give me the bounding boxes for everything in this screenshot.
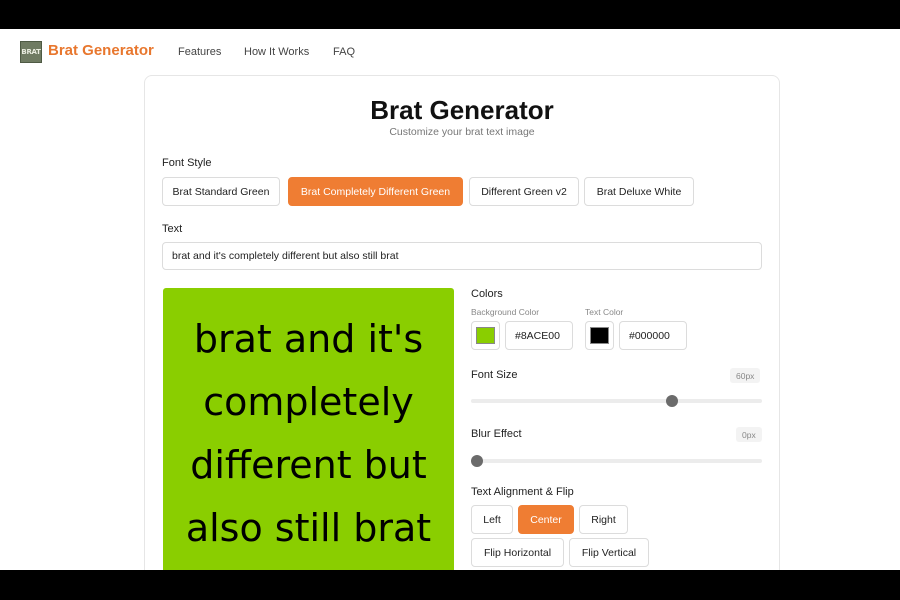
font-size-slider[interactable]	[471, 395, 762, 407]
page-viewport: BRAT Brat Generator Features How It Work…	[0, 29, 900, 570]
top-nav: BRAT Brat Generator Features How It Work…	[0, 29, 900, 75]
background-color-hex-input[interactable]: #8ACE00	[505, 321, 573, 350]
align-center-button[interactable]: Center	[518, 505, 574, 534]
nav-link-features[interactable]: Features	[178, 46, 221, 58]
brand-name[interactable]: Brat Generator	[48, 42, 154, 59]
text-label: Text	[162, 223, 183, 235]
background-color-swatch[interactable]	[471, 321, 500, 350]
logo-text: BRAT	[21, 48, 41, 56]
alignment-label: Text Alignment & Flip	[471, 486, 574, 498]
flip-vertical-button[interactable]: Flip Vertical	[569, 538, 649, 567]
blur-slider-thumb[interactable]	[471, 455, 483, 467]
page-title: Brat Generator	[370, 95, 554, 125]
align-right-button[interactable]: Right	[579, 505, 628, 534]
font-style-brat-deluxe-white-button[interactable]: Brat Deluxe White	[584, 177, 694, 206]
text-color-chip	[590, 327, 609, 344]
text-input[interactable]: brat and it's completely different but a…	[162, 242, 762, 270]
blur-slider[interactable]	[471, 455, 762, 467]
flip-horizontal-button[interactable]: Flip Horizontal	[471, 538, 564, 567]
generator-card: Brat Generator Customize your brat text …	[144, 75, 780, 570]
font-style-brat-completely-different-green-button[interactable]: Brat Completely Different Green	[288, 177, 463, 206]
font-style-brat-standard-green-button[interactable]: Brat Standard Green	[162, 177, 280, 206]
logo[interactable]: BRAT	[20, 41, 42, 63]
page-subtitle: Customize your brat text image	[389, 126, 535, 138]
font-size-value-badge: 60px	[730, 368, 761, 383]
text-color-hex-input[interactable]: #000000	[619, 321, 687, 350]
background-color-chip	[476, 327, 495, 344]
align-left-button[interactable]: Left	[471, 505, 513, 534]
text-color-label: Text Color	[585, 307, 624, 317]
nav-link-how-it-works[interactable]: How It Works	[244, 46, 309, 58]
preview-canvas: brat and it's completely different but a…	[163, 288, 454, 570]
colors-label: Colors	[471, 288, 503, 300]
preview-text: brat and it's completely different but a…	[185, 317, 432, 550]
nav-link-faq[interactable]: FAQ	[333, 46, 355, 58]
font-size-slider-thumb[interactable]	[666, 395, 679, 407]
font-size-label: Font Size	[471, 369, 518, 381]
text-color-swatch[interactable]	[585, 321, 614, 350]
blur-effect-label: Blur Effect	[471, 428, 522, 440]
font-style-label: Font Style	[162, 157, 212, 169]
blur-value-badge: 0px	[736, 427, 762, 442]
background-color-label: Background Color	[471, 307, 540, 317]
font-style-different-green-v2-button[interactable]: Different Green v2	[469, 177, 579, 206]
